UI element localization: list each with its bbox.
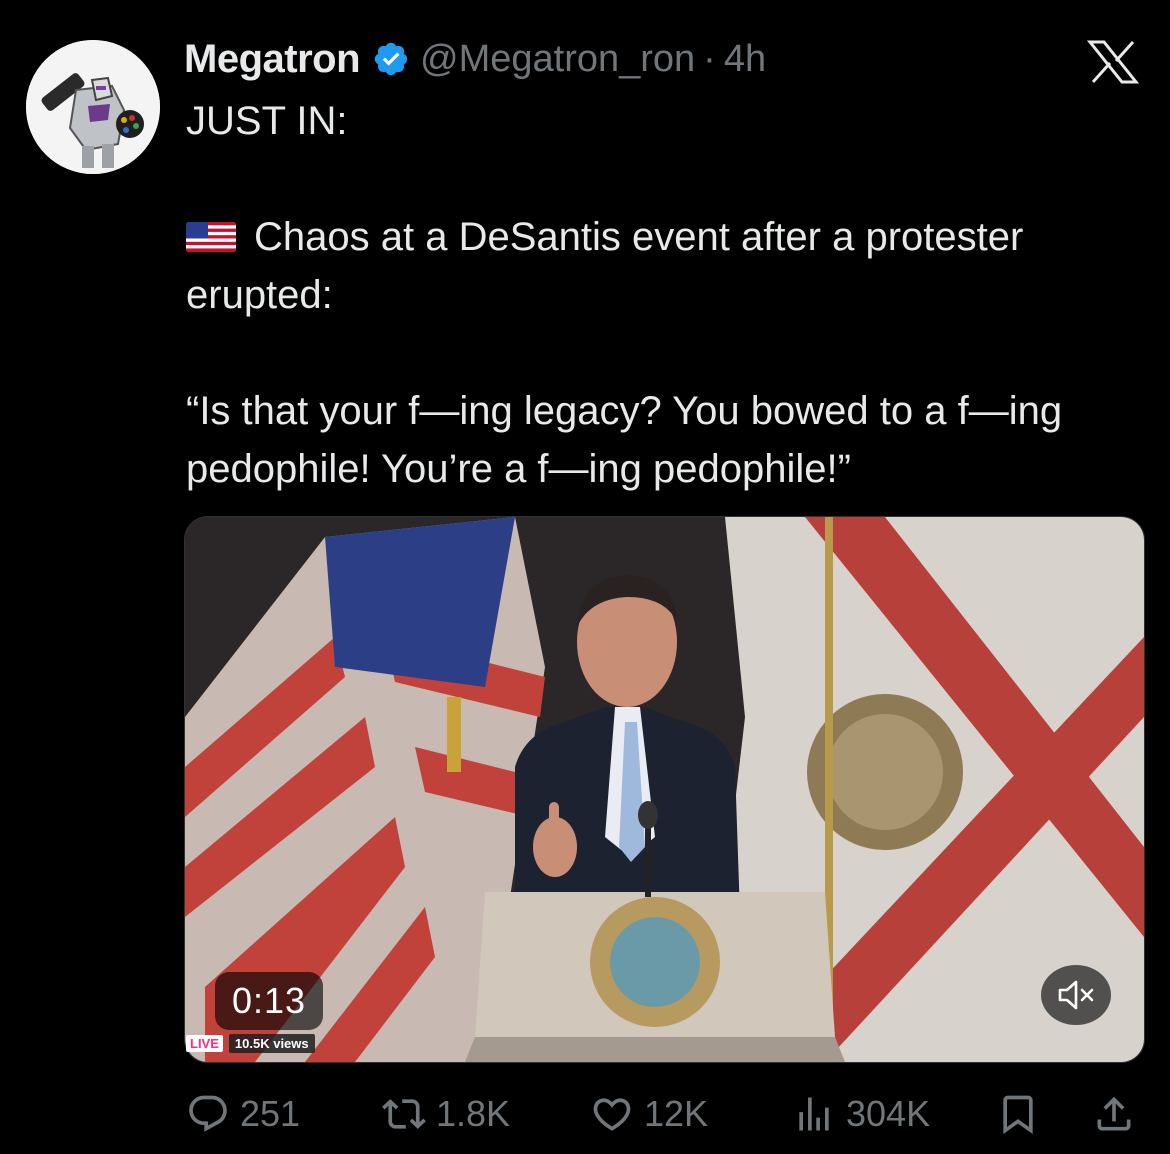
tweet-headline-text: Chaos at a DeSantis event after a protes…: [186, 215, 1024, 317]
bookmark-icon: [1003, 1095, 1033, 1135]
heart-icon: [593, 1098, 631, 1131]
tweet-quote: “Is that your f—ing legacy? You bowed to…: [186, 389, 1063, 491]
views-button[interactable]: 304K: [792, 1086, 930, 1142]
avatar[interactable]: [26, 40, 160, 174]
repost-count: 1.8K: [436, 1093, 511, 1134]
x-logo-icon: [1086, 40, 1140, 84]
action-bar: 251 1.8K 12K 304K: [0, 1086, 1170, 1142]
megatron-avatar-icon: [26, 40, 160, 174]
separator-dot: ·: [703, 37, 716, 80]
like-count: 12K: [644, 1093, 709, 1134]
analytics-icon: [799, 1097, 829, 1131]
tweet-header: Megatron @Megatron_ron · 4h: [184, 34, 766, 84]
live-indicator: LIVE 10.5K views: [186, 1034, 315, 1053]
verified-badge-icon: [372, 40, 410, 78]
like-button[interactable]: 12K: [590, 1086, 708, 1142]
tweet-text: JUST IN: Chaos at a DeSantis event after…: [186, 92, 1146, 498]
share-icon: [1097, 1096, 1131, 1131]
reply-count: 251: [240, 1093, 301, 1134]
video-duration: 0:13: [215, 972, 323, 1030]
tweet-line-headline: Chaos at a DeSantis event after a protes…: [186, 208, 1146, 324]
video-frame: [185, 517, 1144, 1062]
share-button[interactable]: [1092, 1086, 1136, 1142]
speaker-muted-icon: [1058, 980, 1094, 1010]
repost-icon: [382, 1099, 426, 1129]
author-handle[interactable]: @Megatron_ron: [420, 38, 695, 81]
bookmark-button[interactable]: [996, 1086, 1040, 1142]
mute-button[interactable]: [1041, 965, 1111, 1025]
post-time[interactable]: 4h: [724, 38, 766, 81]
video-player[interactable]: [184, 516, 1145, 1063]
us-flag-icon: [186, 222, 236, 252]
author-display-name[interactable]: Megatron: [184, 37, 361, 82]
reply-icon: [189, 1095, 227, 1132]
views-count: 304K: [846, 1093, 931, 1134]
live-badge: LIVE: [186, 1035, 223, 1052]
live-views: 10.5K views: [228, 1034, 315, 1053]
repost-button[interactable]: 1.8K: [382, 1086, 510, 1142]
tweet-line-just-in: JUST IN:: [186, 99, 348, 143]
reply-button[interactable]: 251: [186, 1086, 300, 1142]
